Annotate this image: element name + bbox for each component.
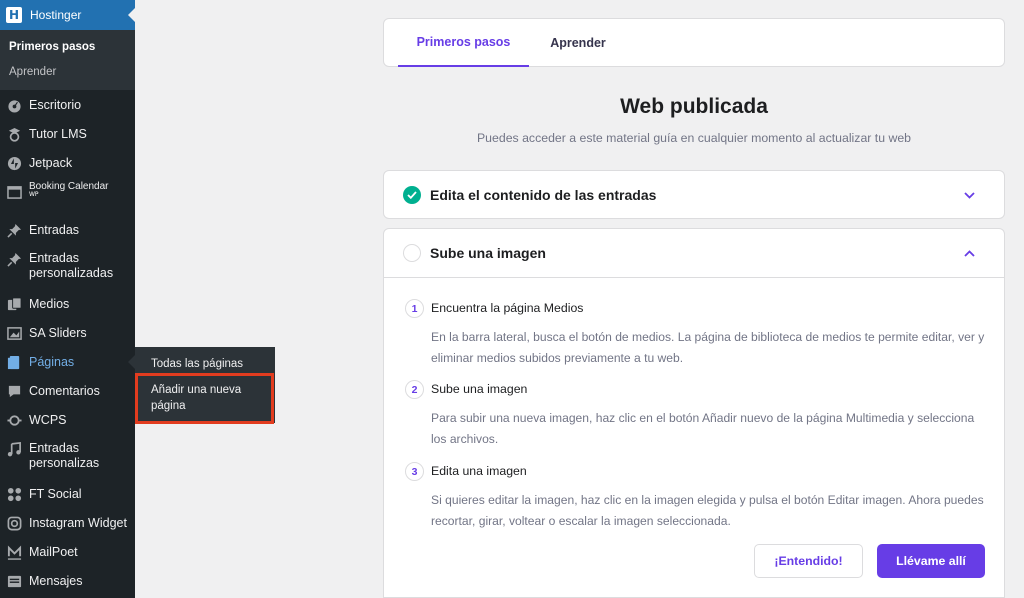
instagram-icon <box>6 515 22 531</box>
sidebar-item-label: FT Social <box>29 486 82 501</box>
sidebar-item-label: Medios <box>29 296 70 311</box>
dashboard-icon <box>6 97 22 113</box>
check-done-icon <box>403 186 421 204</box>
step-title: Encuentra la página Medios <box>431 301 584 315</box>
got-it-button[interactable]: ¡Entendido! <box>754 544 863 578</box>
wcps-icon <box>6 412 22 428</box>
sidebar-item-label: MailPoet <box>29 544 78 559</box>
tab-primeros-pasos[interactable]: Primeros pasos <box>398 19 529 67</box>
comment-icon <box>6 383 22 399</box>
sidebar-item-mailpoet[interactable]: MailPoet <box>0 543 135 561</box>
social-icon <box>6 486 22 502</box>
sidebar-item-label: Jetpack <box>29 155 73 170</box>
calendar-icon <box>6 184 22 200</box>
submenu-item-aprender[interactable]: Aprender <box>9 66 56 78</box>
admin-sidebar: H Hostinger Primeros pasos Aprender Escr… <box>0 0 135 598</box>
hostinger-submenu: Primeros pasos Aprender <box>0 30 135 90</box>
check-empty-icon <box>403 244 421 262</box>
step-description: En la barra lateral, busca el botón de m… <box>431 330 985 365</box>
task-title: Sube una imagen <box>430 245 546 261</box>
sidebar-item-sublabel: WP <box>29 191 39 198</box>
submenu-item-primeros-pasos[interactable]: Primeros pasos <box>9 41 95 53</box>
graduation-icon <box>6 126 22 142</box>
mailpoet-icon <box>6 544 22 560</box>
hostinger-icon: H <box>6 7 22 23</box>
page-subtitle: Puedes acceder a este material guía en c… <box>476 131 912 145</box>
sidebar-item-entradas-personalizadas[interactable]: Entradas personalizadas <box>0 251 135 283</box>
task-card-header[interactable]: Sube una imagen <box>384 229 1004 277</box>
messages-icon <box>6 573 22 589</box>
sidebar-item-label: Entradas personalizadas <box>29 251 114 280</box>
task-title: Edita el contenido de las entradas <box>430 187 657 203</box>
tab-bar: Primeros pasos Aprender <box>383 18 1005 67</box>
chevron-up-icon[interactable] <box>962 246 976 260</box>
sidebar-item-booking-calendar[interactable]: Booking Calendar WP <box>0 181 135 203</box>
sidebar-item-label: Mensajes <box>29 573 83 588</box>
sidebar-item-mensajes[interactable]: Mensajes <box>0 572 135 590</box>
step-number: 2 <box>405 380 424 399</box>
music-icon <box>6 441 22 457</box>
sidebar-item-label: Comentarios <box>29 383 100 398</box>
step-description: Para subir una nueva imagen, haz clic en… <box>431 411 975 446</box>
task-card-header[interactable]: Edita el contenido de las entradas <box>384 171 1004 219</box>
sidebar-item-label: Booking Calendar <box>29 181 109 192</box>
pin-icon <box>6 251 22 267</box>
current-menu-arrow <box>128 8 135 22</box>
page-title: Web publicada <box>620 95 768 118</box>
sidebar-item-entradas[interactable]: Entradas <box>0 221 135 239</box>
highlight-box <box>135 373 274 424</box>
sidebar-item-label: WCPS <box>29 412 67 427</box>
sidebar-item-entradas-personalizas[interactable]: Entradas personalizas <box>0 441 135 473</box>
tab-aprender[interactable]: Aprender <box>529 19 627 67</box>
sidebar-item-label: Hostinger <box>30 8 82 22</box>
sidebar-item-hostinger[interactable]: H Hostinger <box>0 0 135 30</box>
sidebar-item-label: SA Sliders <box>29 325 87 340</box>
sidebar-item-comentarios[interactable]: Comentarios <box>0 382 135 400</box>
sidebar-item-instagram-widget[interactable]: Instagram Widget <box>0 514 135 532</box>
sidebar-item-label: Instagram Widget <box>29 515 127 530</box>
step-number: 3 <box>405 462 424 481</box>
chevron-down-icon[interactable] <box>962 188 976 202</box>
sidebar-item-label: Tutor LMS <box>29 126 87 141</box>
sidebar-item-escritorio[interactable]: Escritorio <box>0 96 135 114</box>
task-card-edit-entries[interactable]: Edita el contenido de las entradas <box>383 170 1005 219</box>
sidebar-item-label: Escritorio <box>29 97 82 112</box>
take-me-there-button[interactable]: Llévame allí <box>877 544 985 578</box>
task-card-upload-image: Sube una imagen 1 Encuentra la página Me… <box>383 228 1005 598</box>
step-title: Sube una imagen <box>431 382 528 396</box>
card-divider <box>384 277 1004 278</box>
step-title: Edita una imagen <box>431 464 527 478</box>
slider-icon <box>6 325 22 341</box>
pages-icon <box>6 354 22 370</box>
sidebar-item-wcps[interactable]: WCPS <box>0 411 135 429</box>
flyout-item-todas-las-paginas[interactable]: Todas las páginas <box>151 358 243 370</box>
sidebar-item-label-group: Booking Calendar WP <box>29 181 109 198</box>
sidebar-item-paginas[interactable]: Páginas <box>0 353 135 371</box>
sidebar-item-jetpack[interactable]: Jetpack <box>0 154 135 172</box>
sidebar-item-label: Entradas <box>29 222 80 237</box>
sidebar-item-medios[interactable]: Medios <box>0 295 135 313</box>
jetpack-icon <box>6 155 22 171</box>
sidebar-item-sa-sliders[interactable]: SA Sliders <box>0 324 135 342</box>
step-description: Si quieres editar la imagen, haz clic en… <box>431 493 984 528</box>
sidebar-item-label: Páginas <box>29 354 75 369</box>
sidebar-item-tutor-lms[interactable]: Tutor LMS <box>0 125 135 143</box>
sidebar-item-label: Entradas personalizas <box>29 441 100 470</box>
pin-icon <box>6 222 22 238</box>
step-number: 1 <box>405 299 424 318</box>
sidebar-item-ft-social[interactable]: FT Social <box>0 485 135 503</box>
media-icon <box>6 296 22 312</box>
